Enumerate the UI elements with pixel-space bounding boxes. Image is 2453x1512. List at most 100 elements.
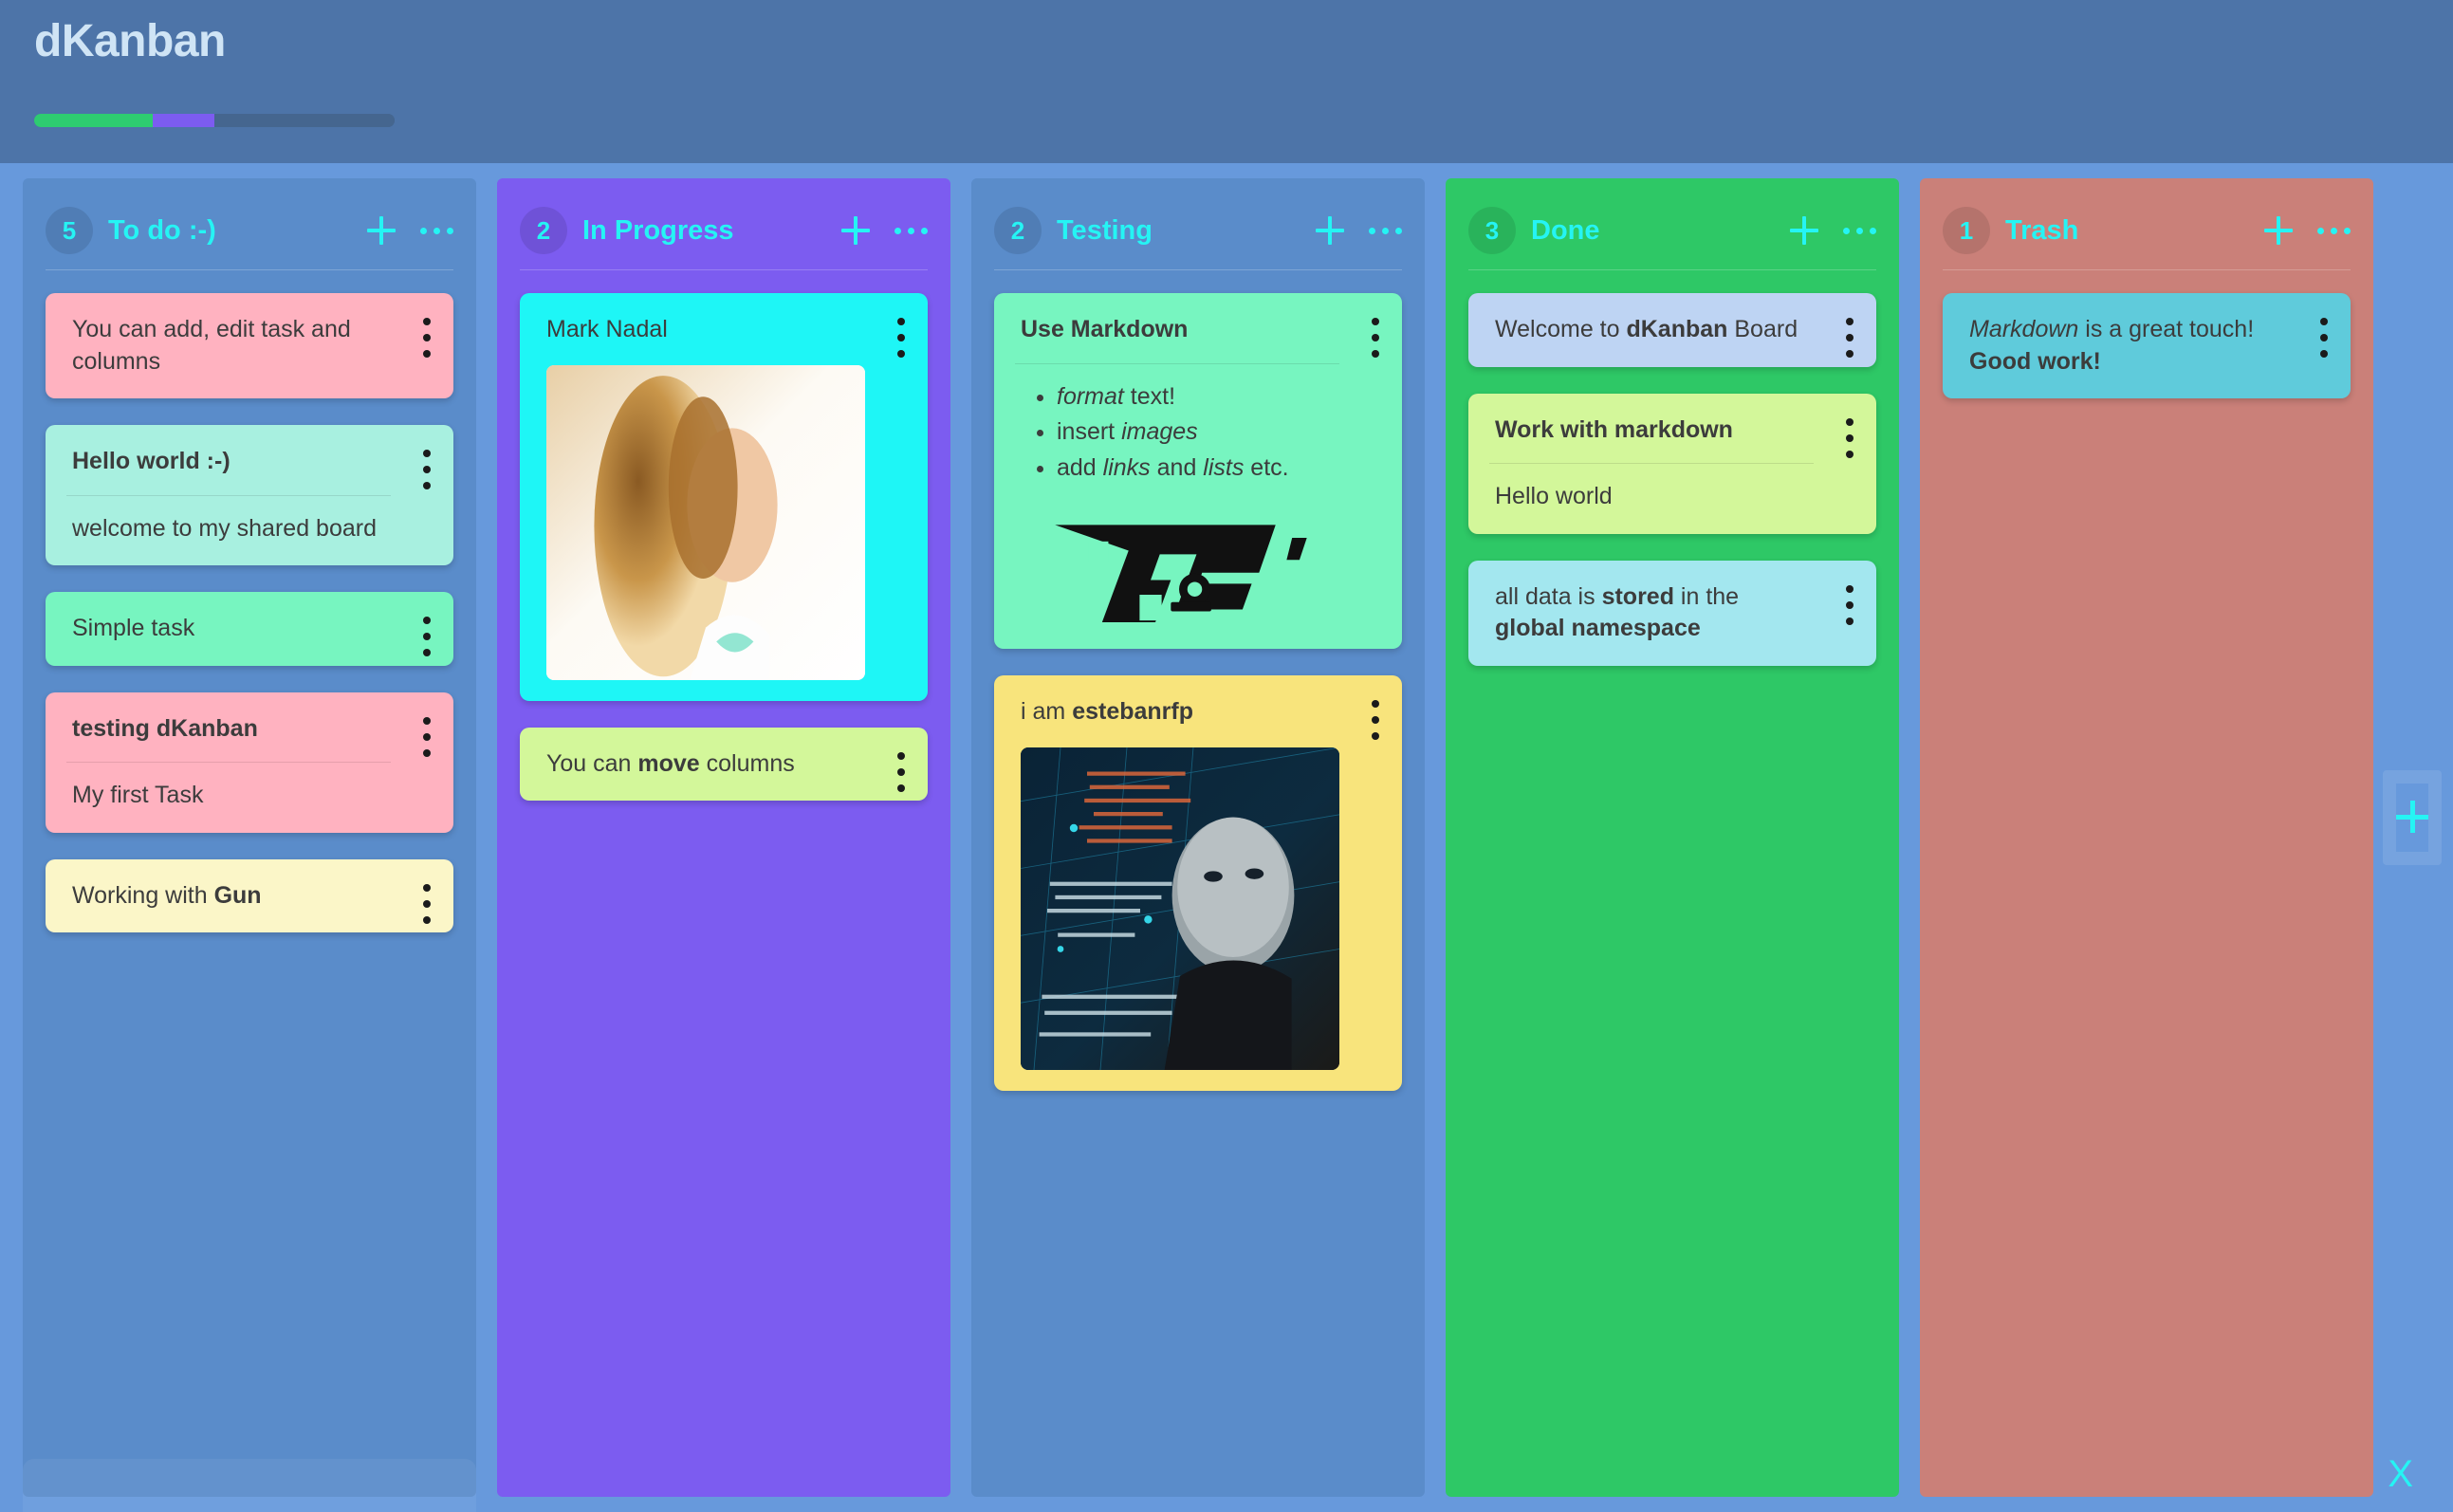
add-card-plus-icon[interactable] [367, 216, 396, 245]
column-actions [841, 216, 928, 245]
kanban-card[interactable]: i am estebanrfp [994, 675, 1402, 1091]
add-card-plus-icon[interactable] [1790, 216, 1818, 245]
column-menu-icon[interactable] [2317, 222, 2351, 240]
card-title: all data is stored in the global namespa… [1495, 582, 1740, 642]
add-column-zone[interactable] [2373, 163, 2453, 1512]
column-menu-icon[interactable] [1369, 222, 1402, 240]
column-actions [1316, 216, 1402, 245]
card-title: Simple task [72, 615, 195, 641]
column-actions [1790, 216, 1876, 245]
column-header: 3 Done [1446, 178, 1899, 258]
kanban-card[interactable]: Hello world :-) welcome to my shared boar… [46, 425, 453, 565]
app-header: dKanban [0, 0, 2453, 163]
card-title: Welcome to dKanban Board [1495, 316, 1798, 342]
kanban-card[interactable]: Markdown is a great touch! Good work! [1943, 293, 2351, 398]
column-title: To do :-) [108, 214, 216, 246]
card-list-item: format text! [1057, 381, 1339, 414]
kanban-column: 1 Trash Markdown is a great touch! Good wor… [1920, 178, 2373, 1497]
card-title: Use Markdown [1021, 316, 1189, 342]
card-menu-icon[interactable] [423, 617, 431, 656]
kanban-card[interactable]: testing dKanban My first Task [46, 691, 453, 833]
kanban-column: 3 Done Welcome to dKanban Board Work with m… [1446, 178, 1899, 1497]
card-title: Working with Gun [72, 881, 262, 909]
kanban-card[interactable]: Work with markdown Hello world [1468, 393, 1876, 534]
kanban-card[interactable]: Mark Nadal [520, 293, 928, 701]
card-menu-icon[interactable] [1846, 584, 1854, 625]
card-menu-icon[interactable] [1846, 318, 1854, 358]
card-menu-icon[interactable] [423, 716, 431, 757]
column-card-list: Welcome to dKanban Board Work with markdo… [1446, 270, 1899, 666]
card-body: format text!insert imagesadd links and l… [1021, 381, 1339, 485]
column-card-list: Mark Nadal You can move columns [497, 270, 950, 801]
gun-logo-svg [1055, 525, 1307, 636]
column-title: Trash [2005, 214, 2079, 246]
kanban-card[interactable]: Welcome to dKanban Board [1468, 293, 1876, 367]
card-title: Work with markdown [1495, 415, 1733, 443]
card-image [1021, 747, 1339, 1070]
column-card-list: Use Markdown format text!insert imagesadd… [971, 270, 1425, 1091]
column-menu-icon[interactable] [1843, 222, 1876, 240]
column-card-list: Markdown is a great touch! Good work! [1920, 270, 2373, 398]
card-body: welcome to my shared board [72, 514, 377, 542]
card-title: i am estebanrfp [1021, 698, 1193, 725]
column-actions [2264, 216, 2351, 245]
kanban-column: 2 In Progress Mark Nadal You can move colu… [497, 178, 950, 1497]
kanban-column: 2 Testing Use Markdown format text!insert i… [971, 178, 1425, 1497]
kanban-card[interactable]: Working with Gun [46, 858, 453, 932]
progress-segment-0 [34, 114, 154, 127]
add-card-plus-icon[interactable] [2264, 216, 2293, 245]
column-card-count: 2 [994, 207, 1042, 254]
progress-segment-1 [153, 114, 214, 127]
column-menu-icon[interactable] [420, 222, 453, 240]
card-divider [66, 762, 391, 763]
column-title: Testing [1057, 214, 1153, 246]
card-menu-icon[interactable] [897, 318, 905, 358]
app-title: dKanban [34, 16, 226, 66]
card-list-item: insert images [1057, 416, 1339, 449]
card-title: testing dKanban [72, 714, 258, 742]
close-icon[interactable]: X [2388, 1455, 2413, 1493]
card-body: Hello world [1495, 483, 1613, 509]
column-header: 5 To do :-) [23, 178, 476, 258]
gun-logo-icon [1033, 508, 1327, 636]
kanban-card[interactable]: all data is stored in the global namespa… [1468, 560, 1876, 666]
add-card-plus-icon[interactable] [1316, 216, 1344, 245]
card-menu-icon[interactable] [897, 751, 905, 792]
column-menu-icon[interactable] [895, 222, 928, 240]
card-menu-icon[interactable] [423, 318, 431, 358]
kanban-column: 5 To do :-) You can add, edit task and col… [23, 178, 476, 1497]
add-card-plus-icon[interactable] [841, 216, 870, 245]
card-title: You can move columns [546, 749, 795, 777]
card-body: My first Task [72, 782, 204, 808]
card-menu-icon[interactable] [423, 450, 431, 489]
card-menu-icon[interactable] [1372, 318, 1379, 358]
progress-segment-2 [213, 114, 395, 127]
card-image [546, 364, 865, 680]
card-menu-icon[interactable] [1372, 700, 1379, 740]
card-menu-icon[interactable] [2320, 318, 2328, 358]
kanban-card[interactable]: You can add, edit task and columns [46, 293, 453, 398]
card-divider [1489, 463, 1814, 464]
card-body: Good work! [1969, 347, 2101, 375]
column-card-count: 1 [1943, 207, 1990, 254]
card-title: Hello world :-) [72, 448, 231, 474]
kanban-card[interactable]: Simple task [46, 592, 453, 666]
card-title: Markdown is a great touch! [1969, 316, 2255, 342]
kanban-card[interactable]: Use Markdown format text!insert imagesadd… [994, 293, 1402, 649]
add-column-plus-icon[interactable] [2396, 801, 2428, 833]
card-title: You can add, edit task and columns [72, 316, 351, 375]
column-card-count: 3 [1468, 207, 1516, 254]
column-card-count: 5 [46, 207, 93, 254]
card-menu-icon[interactable] [423, 883, 431, 924]
column-actions [367, 216, 453, 245]
card-list-item: add links and lists etc. [1057, 452, 1339, 485]
column-header: 2 Testing [971, 178, 1425, 258]
card-title: Mark Nadal [546, 316, 668, 342]
sync-progress-bar [34, 114, 395, 127]
card-divider [66, 494, 391, 496]
kanban-card[interactable]: You can move columns [520, 727, 928, 801]
card-menu-icon[interactable] [1846, 417, 1854, 458]
column-title: In Progress [582, 214, 734, 246]
column-header: 1 Trash [1920, 178, 2373, 258]
column-title: Done [1531, 214, 1600, 246]
